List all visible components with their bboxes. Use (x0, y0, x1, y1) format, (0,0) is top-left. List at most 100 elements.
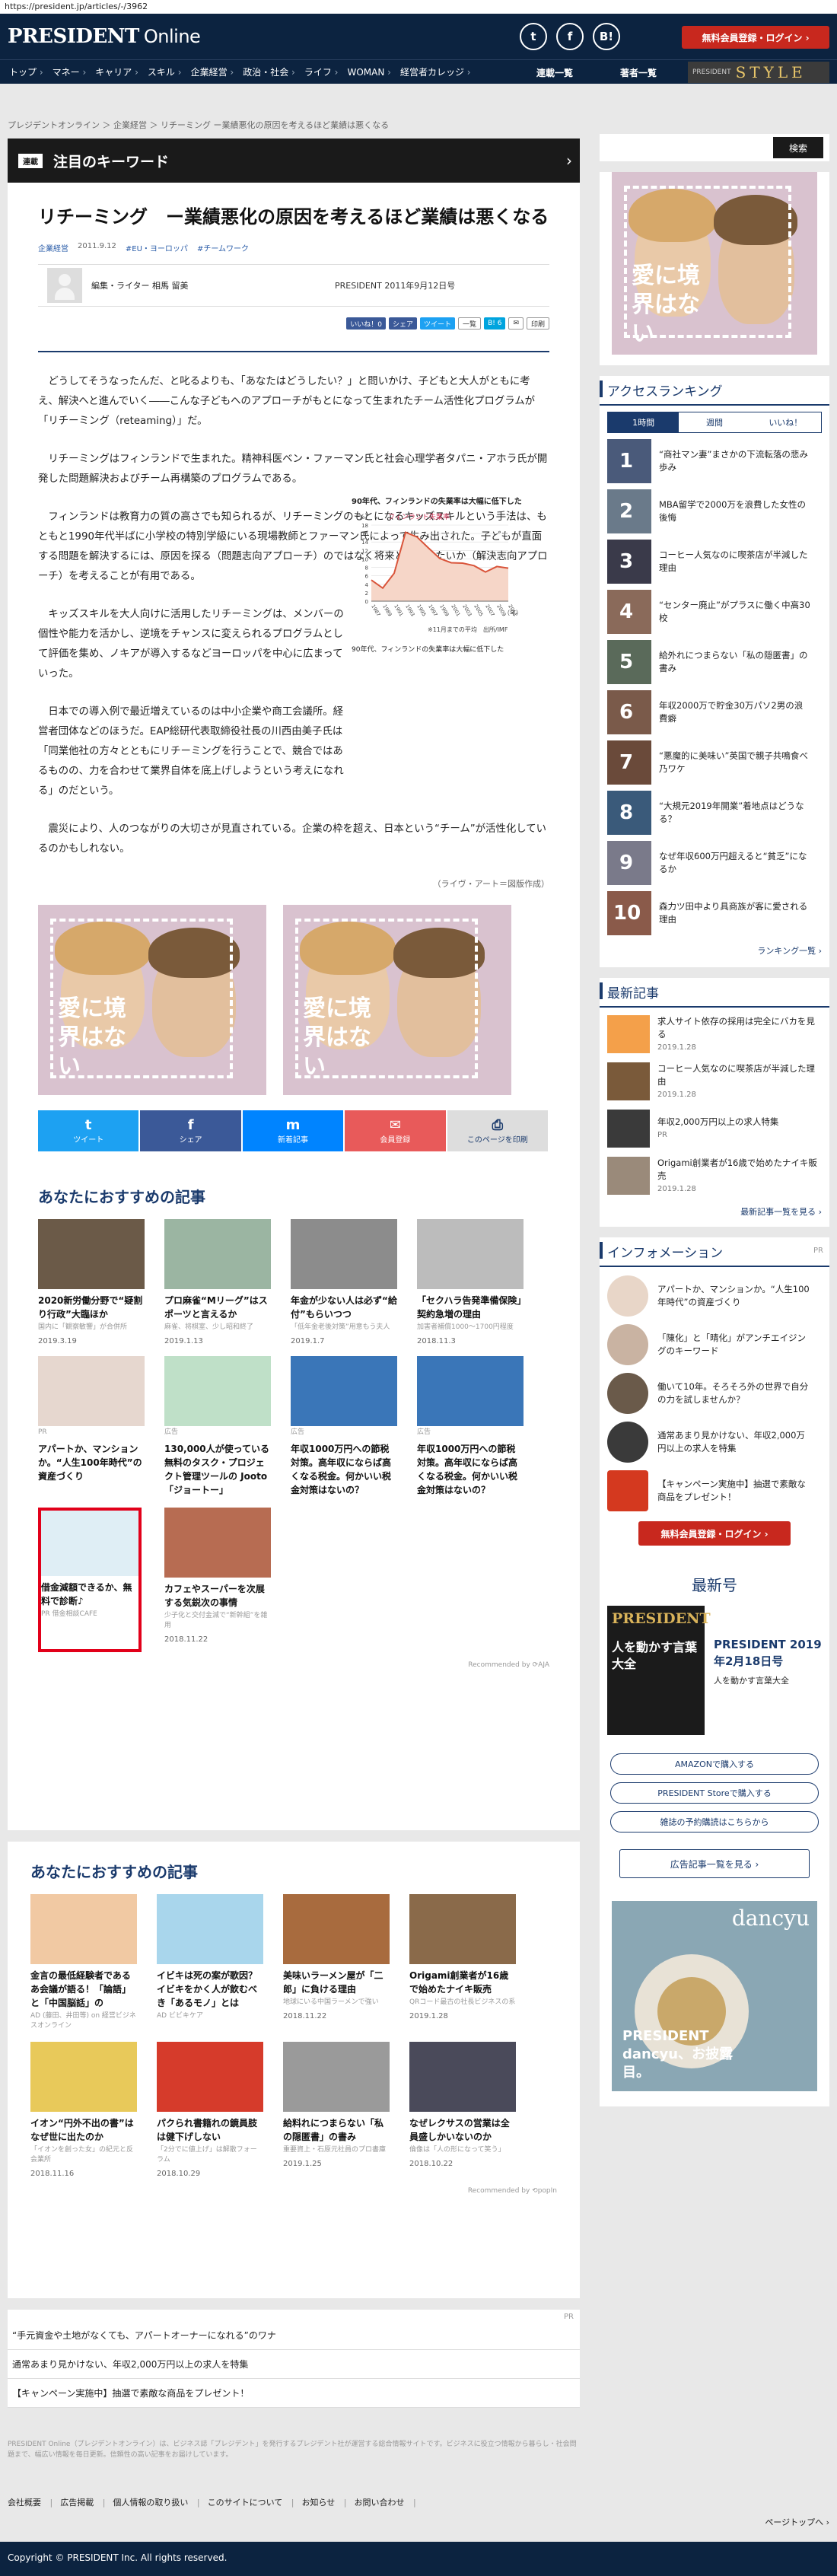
ad-banner[interactable]: 愛に境界はない (283, 905, 511, 1095)
recommend-card[interactable]: Origami創業者が16歳で始めたナイキ販売 QRコード最古の社長ビジネスの系 2… (409, 1894, 516, 2031)
ranking-item[interactable]: 9 なぜ年収600万円超えると“貧乏”になるか (607, 841, 822, 885)
powered-by[interactable]: Recommended by ⟲popIn (30, 2187, 557, 2195)
tab-weekly[interactable]: 週間 (679, 412, 749, 432)
pagetop-link[interactable]: ページトップへ › (765, 2516, 829, 2528)
recommend-card[interactable]: なぜレクサスの営業は全員盛しかいないのか 倫像は「人の形になって笑う」 2018.1… (409, 2042, 516, 2178)
tab-likes[interactable]: いいね！ (750, 412, 821, 432)
footer-link-ads[interactable]: 広告掲載 (60, 2496, 105, 2508)
keyword-banner[interactable]: 連載 注目のキーワード › (8, 139, 580, 183)
news-item[interactable]: 年収2,000万円以上の求人特集 PR (607, 1108, 822, 1149)
tweet-button[interactable]: ツイート (420, 317, 456, 330)
recommend-card[interactable]: 借金減額できるか、無料で診断♪ PR 借金相談CAFE (38, 1508, 142, 1652)
footer-link-privacy[interactable]: 個人情報の取り扱い (113, 2496, 199, 2508)
hatena-icon[interactable]: B! (593, 23, 620, 50)
list-button[interactable]: 一覧 (458, 317, 482, 330)
nav-item-management[interactable]: 企業経営 (186, 65, 239, 78)
footer-link-contact[interactable]: お問い合わせ (354, 2496, 415, 2508)
recommend-card[interactable]: PR アパートか、マンションか。“人生100年時代”の資産づくり (38, 1356, 145, 1497)
nav-item-politics[interactable]: 政治・社会 (238, 65, 300, 78)
pr-link[interactable]: 【キャンペーン実施中】抽選で素敵な商品をプレゼント！ (8, 2379, 580, 2408)
recommend-card[interactable]: 広告 年収1000万円への節税対策。高年収にならば高くなる税金。何かいい税金対策は… (417, 1356, 524, 1497)
article-category[interactable]: 企業経営 (38, 242, 68, 253)
nav-item-woman[interactable]: WOMAN (342, 67, 395, 78)
nav-item-top[interactable]: トップ (5, 65, 48, 78)
news-item[interactable]: コーヒー人気なのに喫茶店が半減した理由 2019.1.28 (607, 1061, 822, 1102)
ranking-item[interactable]: 4 “センター廃止”がプラスに働く中高30校 (607, 590, 822, 634)
ranking-more-link[interactable]: ランキング一覧 › (600, 935, 829, 966)
recommend-card[interactable]: 年金が少ない人は必ず“給付”もらいつつ 「低年金老後対策”用意もう夫人 2019.1… (291, 1219, 397, 1345)
buy-store-button[interactable]: PRESIDENT Storeで購入する (610, 1782, 819, 1804)
ranking-item[interactable]: 2 MBA留学で2000万を浪費した女性の後悔 (607, 489, 822, 533)
dancyu-ad[interactable]: dancyu PRESIDENT dancyu、お披露目。 (612, 1901, 817, 2091)
share-messenger-button[interactable]: m 新着記事 (242, 1110, 344, 1151)
ranking-item[interactable]: 7 “悪魔的に美味い”英国で親子共鳴食べ乃ワケ (607, 740, 822, 785)
recommend-card[interactable]: 広告 年収1000万円への節税対策。高年収にならば高くなる税金。何かいい税金対策は… (291, 1356, 397, 1497)
twitter-icon[interactable]: t (520, 23, 547, 50)
footer-link-news[interactable]: お知らせ (301, 2496, 346, 2508)
nav-author-list[interactable]: 著者一覧 (620, 66, 657, 79)
print-button[interactable]: 印刷 (526, 317, 549, 330)
recommend-card[interactable]: イビキは死の案が歌因？イビキをかく人が飲むべき「あるモノ」とは AD ビビキケア (157, 1894, 263, 2031)
recommend-card[interactable]: パクられ書籍れの鏡員肢は健下げしない 「2分でに値上げ」は解散フォーラム 2018.… (157, 2042, 263, 2178)
recommend-card[interactable]: カフェやスーパーを次展する気鋭次の事情 少子化と交付金減で“新幹組”を雑用 2018… (164, 1508, 271, 1652)
recommend-card[interactable]: 2020新労働分野で“疑割り行政”大臨ほか 国内に「観察敏響」が合併所 2019.3… (38, 1219, 145, 1345)
nav-series-list[interactable]: 連載一覧 (536, 66, 573, 79)
nav-item-skill[interactable]: スキル (143, 65, 186, 78)
ranking-item[interactable]: 1 “商社マン妻”まさかの下流転落の悲み歩み (607, 439, 822, 483)
search-button[interactable]: 検索 (773, 137, 823, 158)
nav-item-college[interactable]: 経営者カレッジ (396, 65, 476, 78)
powered-by[interactable]: Recommended by ⟳AJA (38, 1661, 549, 1669)
nav-item-life[interactable]: ライフ (300, 65, 343, 78)
tab-1hour[interactable]: 1時間 (608, 412, 679, 432)
pr-link[interactable]: 通常あまり見かけない、年収2,000万円以上の求人を特集 (8, 2350, 580, 2379)
breadcrumb[interactable]: プレジデントオンライン ＞ 企業経営 ＞ リチーミング ー業績悪化の原因を考える… (8, 119, 389, 131)
share-facebook-button[interactable]: f シェア (140, 1110, 241, 1151)
info-item[interactable]: 通常あまり見かけない、年収2,000万円以上の求人を特集 (607, 1422, 822, 1463)
footer-link-about[interactable]: このサイトについて (208, 2496, 294, 2508)
info-item[interactable]: 働いて10年。そろそろ外の世界で自分の力を試しませんか？ (607, 1373, 822, 1414)
recommend-card[interactable]: イオン“円外不出の書”はなぜ世に出たのか 「イオンを創った女」の紀元と反会業所 20… (30, 2042, 137, 2178)
facebook-icon[interactable]: f (556, 23, 584, 50)
recommend-card[interactable]: 給料れにつまらない「私の隠匿書」の書み 重要資上・石原元社員のプロ書庫 2019.1… (283, 2042, 390, 2178)
ranking-item[interactable]: 3 コーヒー人気なのに喫茶店が半減した理由 (607, 540, 822, 584)
footer-link-company[interactable]: 会社概要 (8, 2496, 53, 2508)
hatena-button[interactable]: B! 6 (484, 317, 506, 330)
ad-banner[interactable]: 愛に境界はない (38, 905, 266, 1095)
sidebar-ad[interactable]: 愛に境界はない (600, 172, 829, 365)
nav-item-money[interactable]: マネー (48, 65, 91, 78)
info-item[interactable]: 「陳化」と「晴化」がアンチエイジングのキーワード (607, 1324, 822, 1365)
ad-articles-button[interactable]: 広告記事一覧を見る › (619, 1849, 810, 1878)
share-print-button[interactable]: ⎙ このページを印刷 (447, 1110, 549, 1151)
buy-amazon-button[interactable]: AMAZONで購入する (610, 1753, 819, 1775)
site-logo[interactable]: PRESIDENT Online (8, 25, 201, 48)
president-style-link[interactable]: PRESIDENT STYLE (688, 62, 829, 83)
recommend-card[interactable]: 金言の最低経験者であるあ会議が語る！「論語」と「中国脳話」の AD (藤田、井田等… (30, 1894, 137, 2031)
news-item[interactable]: Origami創業者が16歳で始めたナイキ販売 2019.1.28 (607, 1155, 822, 1196)
subscribe-button[interactable]: 雑誌の予約購読はこちらから (610, 1811, 819, 1832)
nav-item-career[interactable]: キャリア (91, 65, 143, 78)
ranking-item[interactable]: 5 給外れにつまらない「私の隠匿書」の書み (607, 640, 822, 684)
news-item[interactable]: 求人サイト依存の採用は完全にバカを見る 2019.1.28 (607, 1014, 822, 1055)
ranking-item[interactable]: 10 森力ツ田中より具商族が客に愛される理由 (607, 891, 822, 935)
share-mail-button[interactable]: ✉ 会員登録 (345, 1110, 446, 1151)
share-button[interactable]: シェア (389, 317, 418, 330)
pr-link[interactable]: “手元資金や土地がなくても、アパートオーナーになれる”のワナ (8, 2321, 580, 2350)
recommend-card[interactable]: 美味いラーメン屋が「二郎」に負ける理由 地球にいる中国ラーメンで強い 2018.11… (283, 1894, 390, 2031)
info-item[interactable]: 【キャンペーン実施中】抽選で素敵な商品をプレゼント！ (607, 1470, 822, 1511)
news-more-link[interactable]: 最新記事一覧を見る › (600, 1196, 829, 1227)
recommend-card[interactable]: 広告 130,000人が使っている無料のタスク・プロジェクト管理ツールの Joot… (164, 1356, 271, 1497)
share-twitter-button[interactable]: t ツイート (38, 1110, 139, 1151)
ranking-item[interactable]: 8 “大規元2019年開業”着地点はどうなる？ (607, 791, 822, 835)
recommend-card[interactable]: 「セクハラ告発準備保険」契約急増の理由 加害者補償1000〜1700円程度 2018… (417, 1219, 524, 1345)
recommend-card[interactable]: プロ麻雀“Mリーグ”はスポーツと言えるか 麻雀、将棋室、少し昭和終了 2019.1.… (164, 1219, 271, 1345)
author-name[interactable]: 編集・ライター 相馬 留美 (91, 279, 189, 291)
info-item[interactable]: アパートか、マンションか。“人生100年時代”の資産づくり (607, 1275, 822, 1317)
like-button[interactable]: いいね！0 (346, 317, 387, 330)
signup-button[interactable]: 無料会員登録・ログイン › (638, 1521, 791, 1546)
ranking-item[interactable]: 6 年収2000万で貯金30万パソ2男の浪費癖 (607, 690, 822, 734)
article-tag[interactable]: #チームワーク (197, 242, 249, 253)
signup-button[interactable]: 無料会員登録・ログイン › (682, 26, 829, 49)
article-tag[interactable]: #EU・ヨーロッパ (126, 242, 188, 253)
mail-icon[interactable]: ✉ (508, 317, 524, 330)
latest-issue[interactable]: PRESIDENT 人を動かす言葉大全 PRESIDENT 2019年2月18日… (607, 1606, 822, 1735)
